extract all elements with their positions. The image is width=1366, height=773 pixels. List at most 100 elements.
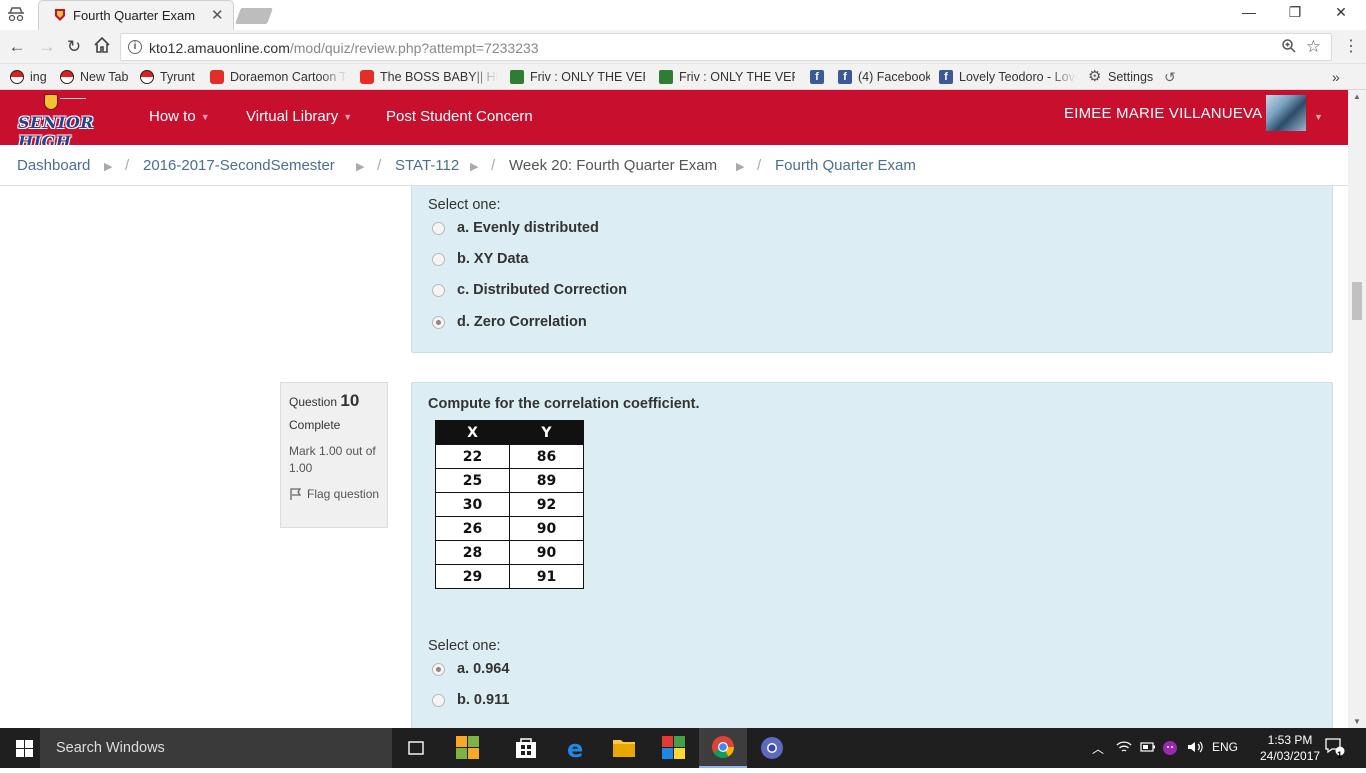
flag-question-link[interactable]: Flag question [289,486,383,503]
store-icon[interactable] [502,728,550,768]
bookmark-star-icon[interactable]: ☆ [1306,37,1321,57]
radio-button[interactable] [432,283,445,297]
battery-icon[interactable] [1140,740,1156,757]
answer-option[interactable]: b. 0.911 [432,690,509,710]
app-tray-icon[interactable] [1162,740,1178,759]
back-icon[interactable]: ← [6,36,28,58]
breadcrumb-quiz[interactable]: Fourth Quarter Exam [775,157,916,174]
nav-how-to[interactable]: How to ▼ [149,108,210,125]
answer-option[interactable]: c. Distributed Correction [432,280,627,300]
radio-button-selected[interactable] [432,315,445,329]
radio-button[interactable] [432,693,445,707]
forward-icon[interactable]: → [36,36,58,58]
minimize-button[interactable]: — [1227,4,1271,24]
breadcrumb-dashboard[interactable]: Dashboard [17,157,90,174]
file-explorer-icon[interactable] [600,728,648,768]
task-view-icon[interactable] [392,728,440,768]
caret-down-icon[interactable]: ▼ [1314,112,1323,122]
answer-option[interactable]: a. Evenly distributed [432,218,599,238]
radio-button-selected[interactable] [432,662,445,676]
table-cell: 90 [509,516,584,541]
vertical-scrollbar[interactable]: ▲ ▼ [1348,90,1366,728]
tab-title: Fourth Quarter Exam [73,8,196,23]
youtube-icon [360,70,374,84]
bookmark-item[interactable]: Doraemon Cartoon Th [210,68,347,86]
language-indicator[interactable]: ENG [1212,740,1238,754]
answer-option-selected[interactable]: d. Zero Correlation [432,312,587,332]
breadcrumb-week: Week 20: Fourth Quarter Exam [509,157,718,174]
edge-icon[interactable]: e [552,728,600,768]
bookmark-item[interactable]: Friv : ONLY THE VERY [510,68,645,86]
user-name[interactable]: EIMEE MARIE VILLANUEVA [1064,105,1262,122]
bookmark-item[interactable]: Tyrunt [140,68,200,86]
bookmark-item[interactable]: f (4) Facebook [838,68,930,86]
crest-icon [44,94,58,110]
xy-data-table: X Y 22 86 25 89 30 92 26 90 28 90 29 91 [435,420,584,589]
question-10-box: Compute for the correlation coefficient.… [411,382,1333,728]
clock[interactable]: 1:53 PM 24/03/2017 [1260,732,1320,764]
bookmark-item[interactable]: f Lovely Teodoro - Love [939,68,1077,86]
radio-button[interactable] [432,221,445,235]
bookmark-item[interactable]: ⚙ Settings [1088,68,1158,86]
wifi-icon[interactable] [1116,740,1132,757]
table-cell: 89 [509,468,584,493]
close-window-button[interactable]: ✕ [1319,4,1363,24]
table-cell: 28 [435,540,510,565]
table-row: 28 90 [435,540,584,565]
browser-toolbar: ← → ↻ i kto12.amauonline.com/mod/quiz/re… [0,30,1366,64]
answer-option[interactable]: b. XY Data [432,249,528,269]
nav-post-student-concern[interactable]: Post Student Concern [386,108,533,125]
scroll-down-icon[interactable]: ▼ [1353,717,1361,726]
address-bar[interactable]: i kto12.amauonline.com/mod/quiz/review.p… [120,33,1332,61]
table-row: 22 86 [435,444,584,469]
bookmark-item[interactable]: New Tab [60,68,132,86]
bookmark-item[interactable]: f [810,68,828,86]
table-header-y: Y [509,420,584,445]
new-tab-button[interactable] [235,8,273,24]
bookmarks-bar: ing New Tab Tyrunt Doraemon Cartoon Th T… [0,64,1366,90]
scroll-up-icon[interactable]: ▲ [1353,92,1361,101]
app-tiles-icon[interactable] [444,728,492,768]
question-9-box: Select one: a. Evenly distributed b. XY … [411,186,1333,353]
breadcrumb-semester[interactable]: 2016-2017-SecondSemester [143,157,335,174]
browser-tab-active[interactable]: Fourth Quarter Exam ✕ [38,0,234,30]
table-cell: 29 [435,564,510,589]
question-state: Complete [289,418,341,432]
bookmark-item[interactable]: ing [10,68,52,86]
pokeball-icon [140,70,154,84]
chrome-icon[interactable] [699,728,747,768]
site-logo[interactable]: SENIOR HIGH [16,94,122,151]
quiz-review-content: Select one: a. Evenly distributed b. XY … [0,186,1348,728]
scrollbar-thumb[interactable] [1352,282,1362,320]
table-row: 30 92 [435,492,584,517]
more-bookmarks-icon[interactable]: » [1332,68,1346,86]
pokeball-icon [10,70,24,84]
chrome-alt-icon[interactable] [748,728,796,768]
app-tiles-icon[interactable] [650,728,698,768]
windows-logo-icon [25,740,33,748]
zoom-icon[interactable] [1281,38,1297,58]
avatar[interactable] [1266,95,1306,131]
breadcrumb-course[interactable]: STAT-112 [395,157,459,174]
clock-time: 1:53 PM [1267,733,1313,747]
reload-icon[interactable]: ↻ [63,36,85,58]
bookmark-item[interactable]: Friv : ONLY THE VERY [659,68,795,86]
answer-option-selected[interactable]: a. 0.964 [432,659,509,679]
breadcrumb-separator: ▶ / [736,157,762,174]
nav-virtual-library[interactable]: Virtual Library ▼ [246,108,352,125]
show-hidden-icons-icon[interactable]: ︿ [1092,740,1104,757]
table-cell: 86 [509,444,584,469]
facebook-icon: f [810,70,824,84]
chrome-menu-icon[interactable]: ⋮ [1343,36,1359,56]
taskbar-search[interactable]: Search Windows [40,728,392,768]
windows-logo-icon [16,740,24,748]
info-icon[interactable]: i [128,40,142,54]
history-icon[interactable]: ↺ [1164,68,1180,86]
close-tab-icon[interactable]: ✕ [211,6,224,24]
breadcrumb-separator: ▶ / [356,157,382,174]
restore-button[interactable]: ❐ [1273,4,1317,24]
volume-icon[interactable] [1186,740,1204,757]
home-icon[interactable] [91,36,113,58]
radio-button[interactable] [432,252,445,266]
bookmark-item[interactable]: The BOSS BABY|| Hind [360,68,498,86]
